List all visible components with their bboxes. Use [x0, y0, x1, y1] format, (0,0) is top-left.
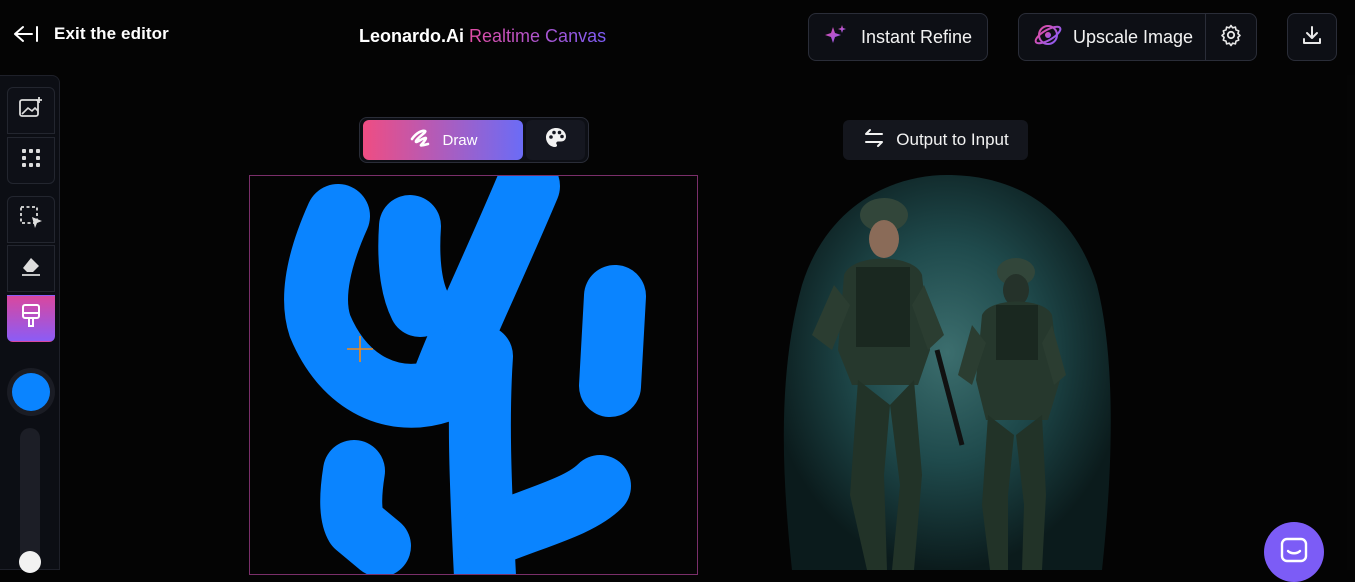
- select-icon: [18, 204, 44, 235]
- support-chat-button[interactable]: [1264, 522, 1324, 582]
- output-to-input-label: Output to Input: [896, 130, 1009, 149]
- upscale-group: Upscale Image: [1018, 13, 1257, 61]
- exit-editor-label: Exit the editor: [54, 24, 169, 43]
- swap-arrows-icon: [862, 128, 886, 153]
- chat-bubble-icon: [1279, 522, 1309, 571]
- page-scrollbar[interactable]: [1347, 75, 1355, 570]
- upscale-image-label: Upscale Image: [1073, 26, 1194, 47]
- add-image-icon: [18, 96, 44, 125]
- brush-strokes: [284, 176, 646, 574]
- brush-color-fill: [12, 373, 50, 411]
- download-icon: [1301, 24, 1323, 51]
- eraser-icon: [18, 254, 44, 283]
- brush-color-swatch[interactable]: [7, 368, 55, 416]
- scribble-icon: [408, 127, 432, 154]
- gear-icon: [1219, 23, 1243, 52]
- upscale-image-button[interactable]: Upscale Image: [1019, 14, 1207, 60]
- brush-icon: [19, 302, 43, 335]
- brush-size-slider[interactable]: [20, 428, 40, 571]
- exit-editor-button[interactable]: Exit the editor: [12, 24, 169, 44]
- grid-icon: [18, 145, 44, 176]
- drawing-canvas[interactable]: [249, 175, 698, 575]
- arrow-left-icon: [12, 24, 40, 44]
- instant-refine-label: Instant Refine: [861, 26, 973, 47]
- orbit-icon: [1033, 20, 1063, 55]
- tool-eraser[interactable]: [7, 245, 55, 292]
- palette-mode-button[interactable]: [526, 120, 585, 160]
- tool-add-image[interactable]: [7, 87, 55, 134]
- draw-mode-label: Draw: [442, 131, 478, 149]
- instant-refine-button[interactable]: Instant Refine: [808, 13, 988, 61]
- mode-toggle: Draw: [359, 117, 589, 163]
- sparkle-icon: [823, 22, 849, 53]
- download-button[interactable]: [1287, 13, 1337, 61]
- draw-mode-button[interactable]: Draw: [363, 120, 523, 160]
- output-to-input-button[interactable]: Output to Input: [843, 120, 1028, 160]
- app-subtitle: Realtime Canvas: [469, 26, 607, 46]
- tool-sidebar: [0, 75, 60, 573]
- app-name: Leonardo.Ai: [359, 26, 465, 46]
- app-title: Leonardo.Ai Realtime Canvas: [359, 26, 606, 47]
- upscale-settings-button[interactable]: [1206, 14, 1256, 60]
- top-bar: Exit the editor Leonardo.Ai Realtime Can…: [0, 0, 1355, 75]
- tool-grid[interactable]: [7, 137, 55, 184]
- palette-icon: [544, 126, 568, 155]
- tool-select[interactable]: [7, 196, 55, 243]
- tool-brush[interactable]: [7, 295, 55, 342]
- generated-output-image: [772, 175, 1120, 570]
